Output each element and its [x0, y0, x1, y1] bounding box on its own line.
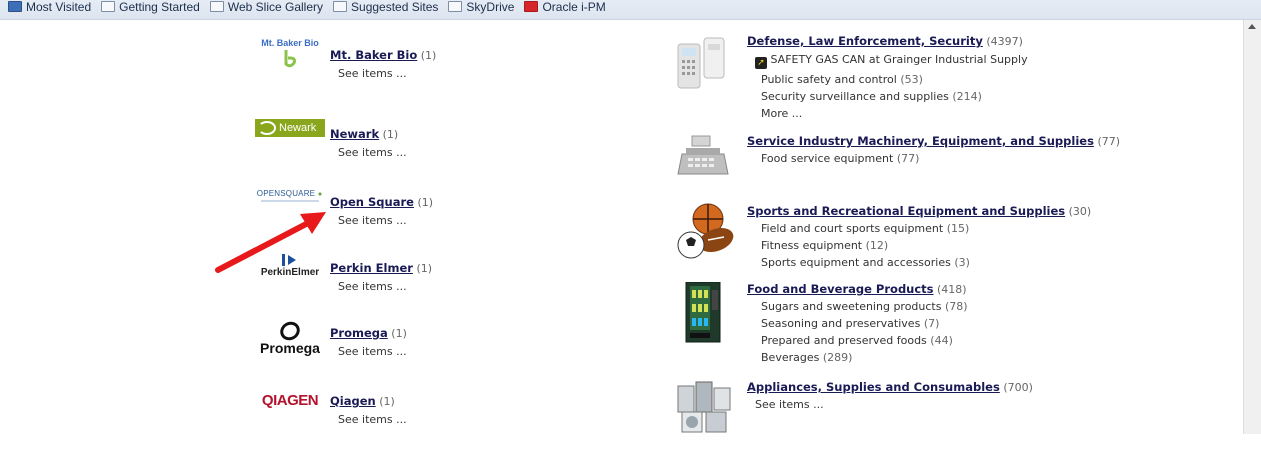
mt-baker-bio-logo: Mt. Baker Bio — [256, 38, 324, 86]
see-items-link[interactable]: See items ... — [330, 413, 407, 426]
sports-balls-thumbnail — [676, 202, 738, 260]
manufacturer-link[interactable]: Mt. Baker Bio — [330, 48, 417, 62]
manufacturer-link[interactable]: Newark — [330, 127, 379, 141]
manufacturer-count: (1) — [391, 327, 407, 340]
category-count: (77) — [1097, 135, 1121, 148]
favorite-skydrive[interactable]: SkyDrive — [448, 0, 514, 14]
page-icon — [101, 1, 116, 12]
subcategory-link[interactable]: Prepared and preserved foods (44) — [747, 334, 968, 347]
subcategory-link[interactable]: Sugars and sweetening products (78) — [747, 300, 968, 313]
manufacturer-item: QIAGEN Qiagen (1) See items ... — [256, 390, 556, 450]
manufacturer-link[interactable]: Perkin Elmer — [330, 261, 413, 275]
see-items-link[interactable]: See items ... — [330, 214, 433, 227]
subcategory-link[interactable]: Seasoning and preservatives (7) — [747, 317, 968, 330]
manufacturer-item: Mt. Baker Bio Mt. Baker Bio (1) See item… — [256, 38, 556, 98]
manufacturer-link[interactable]: Qiagen — [330, 394, 376, 408]
cash-register-thumbnail — [676, 134, 738, 192]
category-count: (30) — [1068, 205, 1092, 218]
vending-machine-thumbnail — [676, 281, 738, 343]
scroll-up-arrow-icon[interactable] — [1248, 24, 1256, 29]
subcategory-link[interactable]: Sports equipment and accessories (3) — [747, 256, 1091, 269]
category-count: (700) — [1003, 381, 1033, 394]
manufacturer-count: (1) — [379, 395, 395, 408]
featured-arrow-icon: ➚ — [755, 57, 767, 69]
see-items-link[interactable]: See items ... — [330, 280, 432, 293]
folder-icon — [8, 1, 22, 12]
manufacturer-link[interactable]: Promega — [330, 326, 388, 340]
see-items-link[interactable]: See items ... — [330, 146, 407, 159]
category-link[interactable]: Defense, Law Enforcement, Security — [747, 34, 983, 48]
favorite-oracle[interactable]: Oracle i-PM — [524, 0, 606, 14]
appliances-thumbnail — [676, 380, 738, 438]
favorite-suggested-sites[interactable]: Suggested Sites — [333, 0, 438, 14]
more-link[interactable]: More ... — [747, 107, 1028, 120]
page-icon — [209, 1, 224, 12]
featured-item[interactable]: ➚ SAFETY GAS CAN at Grainger Industrial … — [747, 53, 1028, 69]
manufacturer-count: (1) — [382, 128, 399, 141]
subcategory-link[interactable]: Field and court sports equipment (15) — [747, 222, 1091, 235]
page-icon — [448, 1, 463, 12]
manufacturer-count: (1) — [416, 262, 433, 275]
security-keypad-thumbnail — [676, 34, 738, 92]
subcategory-link[interactable]: Public safety and control (53) — [747, 73, 1028, 86]
promega-logo: Promega — [256, 318, 324, 370]
favorite-getting-started[interactable]: Getting Started — [101, 0, 200, 14]
page-icon — [333, 1, 348, 12]
vertical-scrollbar[interactable] — [1243, 20, 1261, 434]
subcategory-link[interactable]: Security surveillance and supplies (214) — [747, 90, 1028, 103]
category-link[interactable]: Sports and Recreational Equipment and Su… — [747, 204, 1065, 218]
subcategory-link[interactable]: Fitness equipment (12) — [747, 239, 1091, 252]
category-link[interactable]: Service Industry Machinery, Equipment, a… — [747, 134, 1094, 148]
favorite-most-visited[interactable]: Most Visited — [8, 0, 91, 14]
manufacturer-link[interactable]: Open Square — [330, 195, 414, 209]
leaf-icon — [284, 50, 296, 68]
favorite-web-slice-gallery[interactable]: Web Slice Gallery — [209, 0, 323, 14]
dots-icon — [317, 190, 324, 197]
newark-logo: Newark — [255, 117, 325, 165]
category-count: (418) — [937, 283, 967, 296]
manufacturer-item: Promega Promega (1) See items ... — [256, 318, 556, 382]
see-items-link[interactable]: See items ... — [747, 398, 1033, 411]
see-items-link[interactable]: See items ... — [330, 345, 407, 358]
see-items-link[interactable]: See items ... — [330, 67, 436, 80]
manufacturer-count: (1) — [417, 196, 434, 209]
category-link[interactable]: Food and Beverage Products — [747, 282, 934, 296]
red-arrow-annotation — [215, 212, 326, 273]
newark-swoosh-icon — [258, 121, 276, 135]
qiagen-logo: QIAGEN — [261, 392, 319, 409]
subcategory-link[interactable]: Beverages (289) — [747, 351, 968, 364]
manufacturer-count: (1) — [420, 49, 437, 62]
manufacturer-item: Newark Newark (1) See items ... — [255, 117, 556, 177]
category-count: (4397) — [986, 35, 1023, 48]
oracle-icon — [524, 1, 539, 12]
page-content: Mt. Baker Bio Mt. Baker Bio (1) See item… — [0, 20, 1244, 434]
subcategory-link[interactable]: Food service equipment (77) — [747, 152, 1120, 165]
category-link[interactable]: Appliances, Supplies and Consumables — [747, 380, 1000, 394]
favorites-bar: Most Visited Getting Started Web Slice G… — [0, 0, 1261, 20]
